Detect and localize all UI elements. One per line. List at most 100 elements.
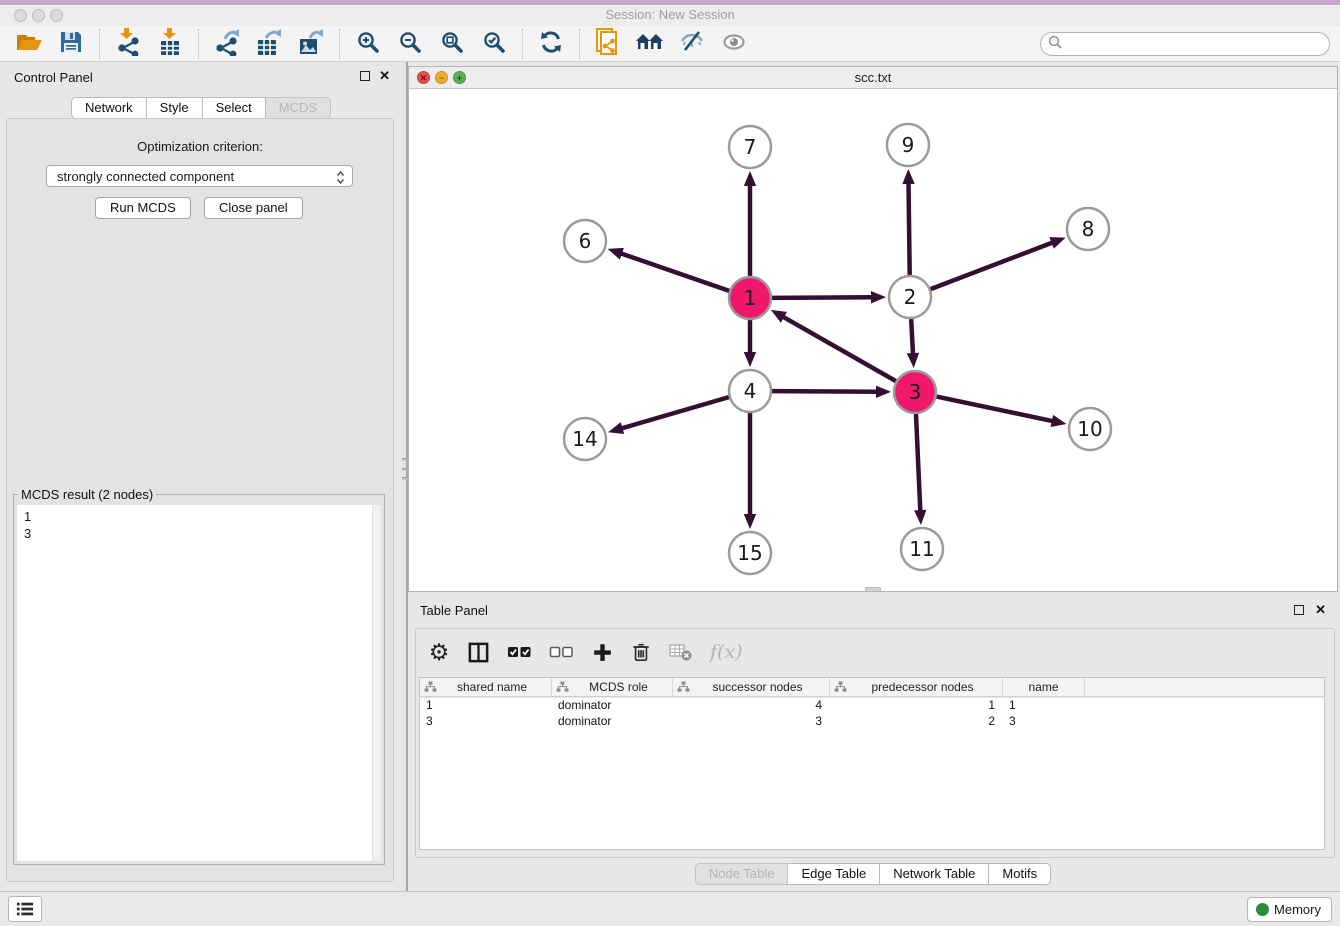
zoom-selected-button[interactable] xyxy=(473,28,515,60)
tab-motifs[interactable]: Motifs xyxy=(989,863,1051,885)
table-cell[interactable]: 2 xyxy=(830,713,1003,729)
zoom-out-button[interactable] xyxy=(389,28,431,60)
graph-edge-arrowhead xyxy=(744,352,756,367)
table-cell[interactable]: 1 xyxy=(1003,697,1085,713)
trash-icon xyxy=(631,641,651,663)
graph-edge-3-10[interactable] xyxy=(937,397,1055,422)
float-panel-icon[interactable] xyxy=(360,71,370,81)
control-panel-title: Control Panel xyxy=(14,70,93,85)
table-cell[interactable]: 4 xyxy=(673,697,830,713)
graph-node-label-8: 8 xyxy=(1082,217,1095,241)
table-cell[interactable]: 3 xyxy=(420,713,552,729)
result-scrollbar[interactable] xyxy=(372,505,381,861)
delete-table-button[interactable] xyxy=(669,638,693,666)
networks-home-button[interactable] xyxy=(629,28,671,60)
task-history-button[interactable] xyxy=(8,896,42,922)
table-cell[interactable]: dominator xyxy=(552,713,673,729)
export-image-button[interactable] xyxy=(290,28,332,60)
delete-column-button[interactable] xyxy=(630,638,652,666)
tab-edge-table[interactable]: Edge Table xyxy=(788,863,880,885)
graph-edge-1-2[interactable] xyxy=(772,297,874,298)
plus-icon xyxy=(592,642,613,663)
memory-button[interactable]: Memory xyxy=(1247,897,1332,922)
tab-network[interactable]: Network xyxy=(71,97,147,119)
import-network-icon xyxy=(115,28,141,59)
deselect-all-icon xyxy=(549,645,574,659)
tab-mcds[interactable]: MCDS xyxy=(266,97,331,119)
export-table-button[interactable] xyxy=(248,28,290,60)
save-session-button[interactable] xyxy=(50,28,92,60)
graph-edge-2-9[interactable] xyxy=(908,181,909,275)
table-panel-header: Table Panel ✕ xyxy=(408,595,1338,625)
network-window-titlebar: ✕ − + scc.txt xyxy=(409,67,1337,89)
application-window: Session: New Session xyxy=(0,0,1340,926)
close-panel-icon[interactable]: ✕ xyxy=(379,68,390,84)
eye-icon xyxy=(721,30,747,57)
zoom-fit-button[interactable] xyxy=(431,28,473,60)
tab-select[interactable]: Select xyxy=(203,97,266,119)
graph-edge-3-11[interactable] xyxy=(916,414,920,513)
graph-node-label-2: 2 xyxy=(904,285,917,309)
function-builder-button[interactable]: f(x) xyxy=(710,638,743,666)
column-header-name[interactable]: name xyxy=(1003,678,1085,696)
table-cell[interactable]: 1 xyxy=(830,697,1003,713)
duplicate-network-button[interactable] xyxy=(587,28,629,60)
table-row[interactable]: 1dominator411 xyxy=(420,697,1324,713)
graph-edge-arrowhead xyxy=(1051,415,1067,427)
column-header-shared-name[interactable]: shared name xyxy=(420,678,552,696)
zoom-in-button[interactable] xyxy=(347,28,389,60)
tab-node-table[interactable]: Node Table xyxy=(695,863,789,885)
zoom-in-icon xyxy=(356,30,380,57)
column-view-button[interactable] xyxy=(467,638,490,666)
mcds-result-area[interactable]: 1 3 xyxy=(17,505,381,861)
tab-style[interactable]: Style xyxy=(147,97,203,119)
float-table-panel-icon[interactable] xyxy=(1294,605,1304,615)
close-table-panel-icon[interactable]: ✕ xyxy=(1315,602,1326,618)
graph-edge-3-1[interactable] xyxy=(781,316,896,381)
graph-edge-1-6[interactable] xyxy=(619,253,729,291)
select-all-button[interactable] xyxy=(507,638,532,666)
table-body: 1dominator4113dominator323 xyxy=(420,697,1324,729)
add-column-button[interactable] xyxy=(591,638,613,666)
main-toolbar xyxy=(0,26,1340,62)
graph-edge-2-8[interactable] xyxy=(931,242,1055,289)
graph-edge-arrowhead xyxy=(871,291,886,303)
table-cell[interactable]: dominator xyxy=(552,697,673,713)
graph-edge-4-14[interactable] xyxy=(620,397,729,429)
graph-node-label-14: 14 xyxy=(572,427,597,451)
graph-edge-arrowhead xyxy=(914,510,926,525)
mcds-result-title: MCDS result (2 nodes) xyxy=(18,487,156,502)
table-cell[interactable]: 3 xyxy=(1003,713,1085,729)
window-resize-grip[interactable] xyxy=(865,587,881,591)
search-input[interactable] xyxy=(1063,34,1329,54)
hide-panels-button[interactable] xyxy=(671,28,713,60)
column-header-successor-nodes[interactable]: successor nodes xyxy=(673,678,830,696)
show-panels-button[interactable] xyxy=(713,28,755,60)
export-network-button[interactable] xyxy=(206,28,248,60)
table-cell[interactable]: 1 xyxy=(420,697,552,713)
deselect-all-button[interactable] xyxy=(549,638,574,666)
graph-node-label-7: 7 xyxy=(744,135,757,159)
column-header-predecessor-nodes[interactable]: predecessor nodes xyxy=(830,678,1003,696)
network-canvas[interactable]: 7968124314101511 xyxy=(409,89,1337,591)
criterion-select[interactable]: strongly connected component xyxy=(46,165,353,187)
titlebar: Session: New Session xyxy=(0,5,1340,26)
table-settings-button[interactable]: ⚙ xyxy=(428,638,450,666)
tab-network-table[interactable]: Network Table xyxy=(880,863,989,885)
memory-label: Memory xyxy=(1274,902,1321,917)
graph-edge-2-3[interactable] xyxy=(911,319,913,356)
graph-edge-4-3[interactable] xyxy=(772,391,879,392)
column-header-MCDS-role[interactable]: MCDS role xyxy=(552,678,673,696)
run-mcds-button[interactable]: Run MCDS xyxy=(95,197,191,219)
close-panel-button[interactable]: Close panel xyxy=(204,197,303,219)
list-icon xyxy=(15,900,35,918)
table-row[interactable]: 3dominator323 xyxy=(420,713,1324,729)
import-network-button[interactable] xyxy=(107,28,149,60)
import-table-button[interactable] xyxy=(149,28,191,60)
refresh-button[interactable] xyxy=(530,28,572,60)
table-cell[interactable]: 3 xyxy=(673,713,830,729)
delete-table-icon xyxy=(669,642,693,662)
open-session-button[interactable] xyxy=(8,28,50,60)
zoom-selected-icon xyxy=(482,30,506,57)
graph-node-label-4: 4 xyxy=(744,379,757,403)
